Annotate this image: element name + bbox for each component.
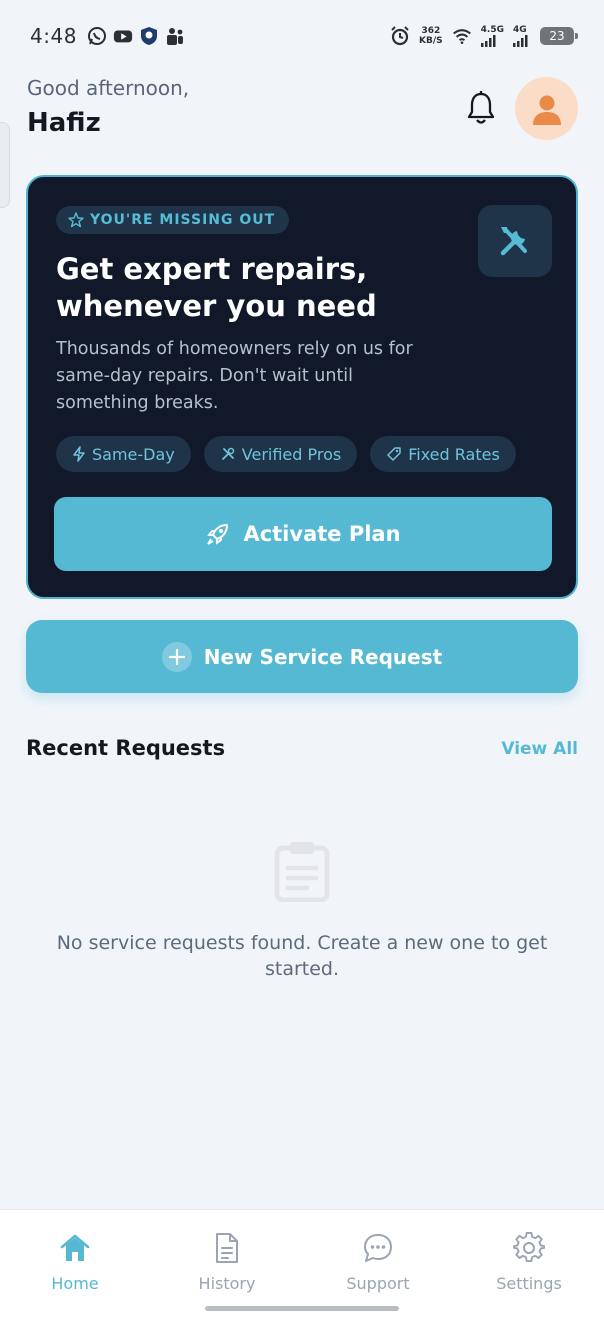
plus-icon xyxy=(161,641,192,672)
nav-home-label: Home xyxy=(51,1274,99,1293)
feature-chips: Same-Day Verified Pros Fixed Rates xyxy=(56,436,516,472)
promo-badge: YOU'RE MISSING OUT xyxy=(56,206,290,234)
teams-icon xyxy=(165,26,185,46)
wifi-icon xyxy=(452,26,472,46)
star-icon xyxy=(68,212,84,228)
nav-settings-label: Settings xyxy=(496,1274,562,1293)
signal-2: 4G xyxy=(513,25,529,47)
view-all-link[interactable]: View All xyxy=(501,739,578,759)
greeting: Good afternoon, xyxy=(27,76,190,100)
nav-home[interactable]: Home xyxy=(15,1232,135,1293)
user-name: Hafiz xyxy=(27,108,101,138)
alarm-icon xyxy=(390,26,410,46)
promo-badge-label: YOU'RE MISSING OUT xyxy=(90,212,276,228)
chip-fixed-rates: Fixed Rates xyxy=(370,436,516,472)
signal-1: 4.5G xyxy=(480,25,504,47)
signal-bars-icon xyxy=(513,35,528,47)
speed-unit: KB/S xyxy=(419,36,443,46)
shield-app-icon xyxy=(139,26,159,46)
signal-bars-icon xyxy=(480,35,496,47)
nav-history[interactable]: History xyxy=(167,1232,287,1293)
chip-label: Fixed Rates xyxy=(408,444,500,464)
activate-plan-label: Activate Plan xyxy=(243,522,401,546)
chip-same-day: Same-Day xyxy=(56,436,191,472)
chip-verified-pros: Verified Pros xyxy=(203,436,358,472)
status-bar: 4:48 362 KB/S 4.5G 4G 23 xyxy=(0,0,604,72)
nav-support[interactable]: Support xyxy=(318,1232,438,1293)
net-type-2: 4G xyxy=(513,25,527,35)
network-speed: 362 KB/S xyxy=(419,26,443,46)
user-avatar-icon xyxy=(532,95,561,125)
rocket-icon xyxy=(207,524,229,545)
bell-icon[interactable] xyxy=(464,90,498,126)
promo-description: Thousands of homeowners rely on us for s… xyxy=(56,339,413,413)
chat-icon xyxy=(362,1232,394,1264)
chip-label: Verified Pros xyxy=(241,444,342,464)
clipboard-icon xyxy=(273,840,331,903)
tools-icon xyxy=(478,205,552,277)
youtube-icon xyxy=(113,26,133,46)
empty-state-message: No service requests found. Create a new … xyxy=(56,932,548,980)
gear-icon xyxy=(513,1232,545,1264)
battery-indicator: 23 xyxy=(540,27,578,45)
status-time: 4:48 xyxy=(30,24,77,48)
promo-title: Get expert repairs, whenever you need xyxy=(56,252,377,323)
tag-icon xyxy=(387,447,401,461)
nav-support-label: Support xyxy=(346,1274,410,1293)
activate-plan-button[interactable]: Activate Plan xyxy=(54,497,552,571)
avatar[interactable] xyxy=(515,77,578,140)
home-icon xyxy=(59,1232,91,1264)
promo-card: YOU'RE MISSING OUT Get expert repairs, w… xyxy=(26,175,578,599)
lightning-icon xyxy=(73,446,85,462)
new-service-request-label: New Service Request xyxy=(203,644,443,669)
edge-panel-handle[interactable] xyxy=(0,122,10,208)
new-service-request-button[interactable]: New Service Request xyxy=(26,620,578,693)
whatsapp-icon xyxy=(87,26,107,46)
tools-icon xyxy=(221,447,235,460)
net-type-1: 4.5G xyxy=(480,25,504,35)
chip-label: Same-Day xyxy=(92,444,175,464)
document-icon xyxy=(211,1232,243,1264)
recent-requests-title: Recent Requests xyxy=(26,736,226,760)
home-gesture-bar[interactable] xyxy=(205,1306,399,1311)
nav-settings[interactable]: Settings xyxy=(469,1232,589,1293)
nav-history-label: History xyxy=(198,1274,256,1293)
speed-value: 362 xyxy=(421,26,441,36)
